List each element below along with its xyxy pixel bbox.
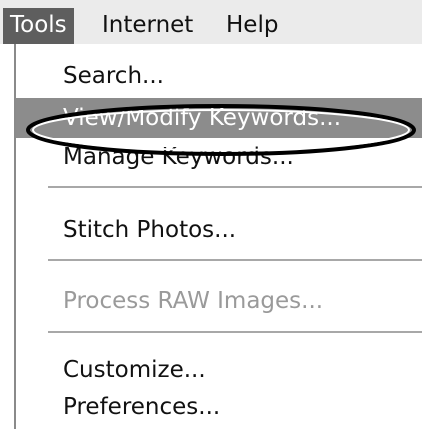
menu-help[interactable]: Help xyxy=(219,8,285,44)
tools-dropdown-menu: Search... View/Modify Keywords... Manage… xyxy=(14,44,422,429)
menu-separator xyxy=(48,186,422,188)
menu-item-stitch-photos[interactable]: Stitch Photos... xyxy=(16,210,422,250)
menu-internet[interactable]: Internet xyxy=(95,8,200,44)
menu-separator xyxy=(48,331,422,333)
menu-item-search[interactable]: Search... xyxy=(16,56,422,96)
menu-separator xyxy=(48,259,422,261)
menu-item-preferences[interactable]: Preferences... xyxy=(16,387,422,427)
menu-bar: Tools Internet Help xyxy=(0,0,422,44)
menu-tools[interactable]: Tools xyxy=(3,8,74,44)
menu-item-view-modify-keywords[interactable]: View/Modify Keywords... xyxy=(16,98,422,138)
menu-item-process-raw-images: Process RAW Images... xyxy=(63,288,324,314)
menu-item-customize[interactable]: Customize... xyxy=(16,350,422,390)
menu-item-manage-keywords[interactable]: Manage Keywords... xyxy=(16,137,422,177)
